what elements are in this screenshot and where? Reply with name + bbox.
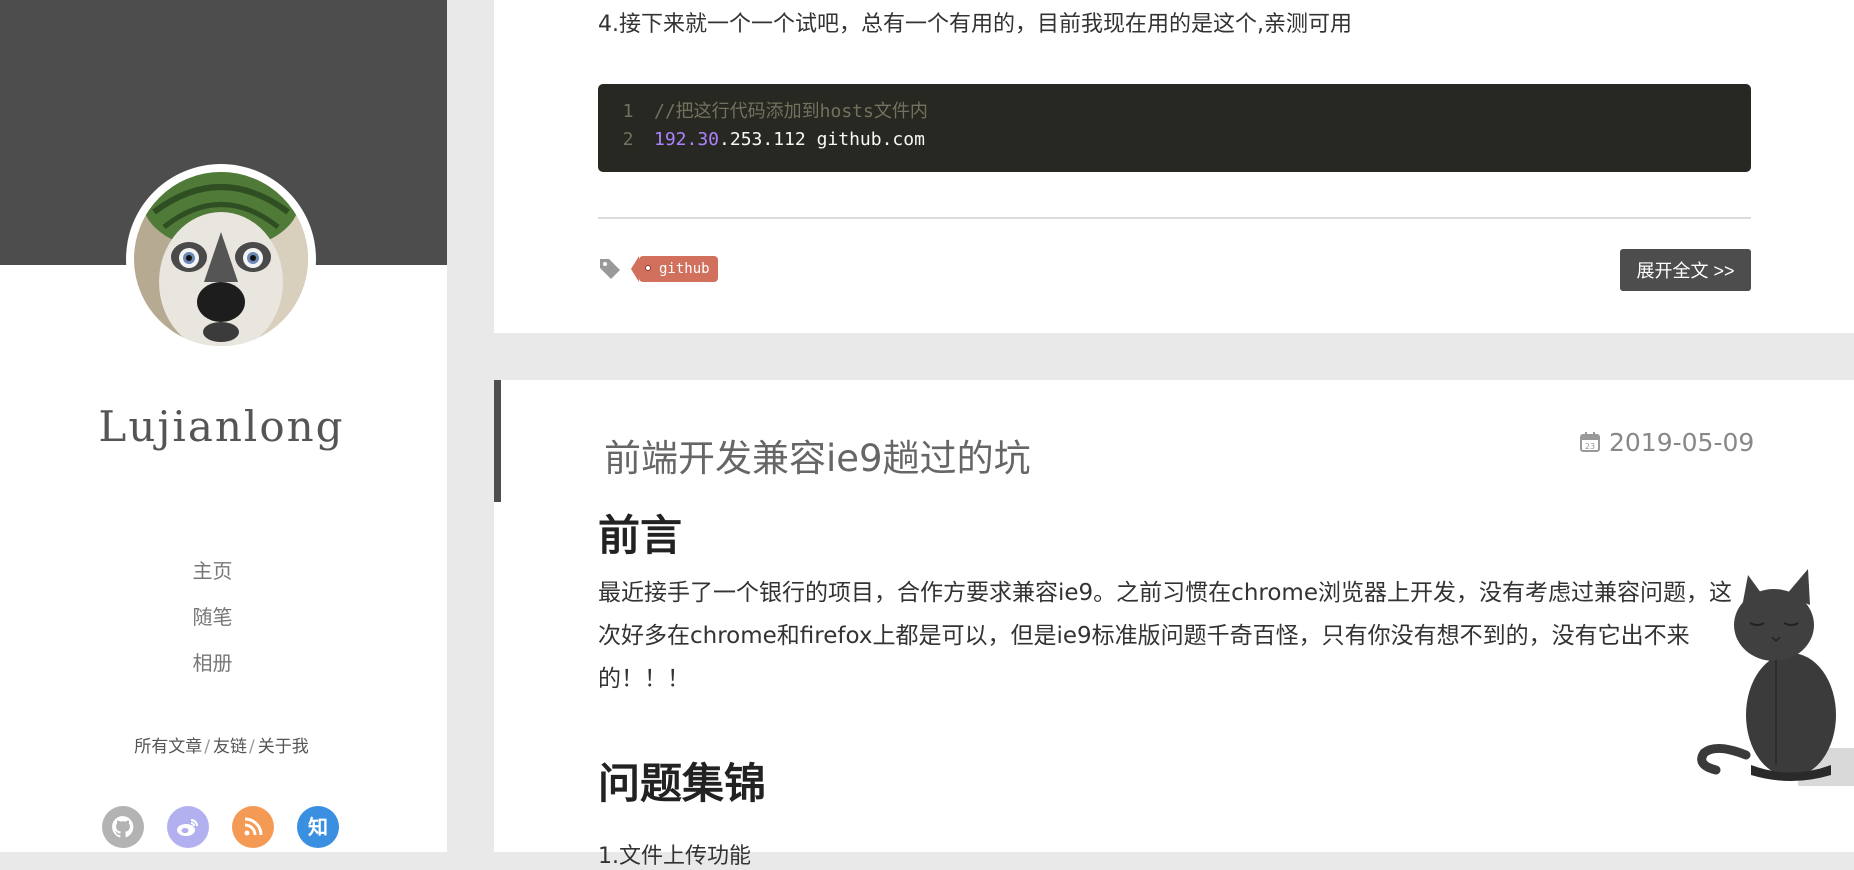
code-comment: //把这行代码添加到hosts文件内 [654,101,928,122]
post-date-text: 2019-05-09 [1609,428,1755,457]
rss-icon[interactable] [232,806,274,848]
code-text: .253.112 github.com [719,129,925,150]
site-name[interactable]: Lujianlong [0,402,443,451]
social-links: 知 [102,806,362,848]
link-about-me[interactable]: 关于我 [258,737,309,757]
post-card: 前端开发兼容ie9趟过的坑 23 2019-05-09 前言 最近接手了一个银行的… [494,380,1854,869]
line-number: 2 [622,129,634,150]
post-body-text: 最近接手了一个银行的项目，合作方要求兼容ie9。之前习惯在chrome浏览器上开… [598,580,1732,692]
nav-item-essays[interactable]: 随笔 [0,602,425,648]
avatar[interactable] [126,164,316,354]
previous-post-card: 4.接下来就一个一个试吧，总有一个有用的，目前我现在用的是这个,亲测可用 1 /… [494,0,1854,333]
tag-hole-icon [645,265,651,271]
code-block: 1 //把这行代码添加到hosts文件内 2 192.30.253.112 gi… [598,84,1751,172]
github-icon[interactable] [102,806,144,848]
svg-text:23: 23 [1585,442,1595,451]
read-more-button[interactable]: 展开全文 >> [1620,249,1751,291]
cat-mascot[interactable] [1696,565,1854,787]
weibo-icon[interactable] [167,806,209,848]
nav-item-album[interactable]: 相册 [0,648,425,694]
post-title[interactable]: 前端开发兼容ie9趟过的坑 [604,428,1031,482]
post-date: 23 2019-05-09 [1579,428,1754,457]
calendar-icon: 23 [1580,432,1600,452]
avatar-image [134,172,308,346]
sidebar-sub-links: 所有文章 / 友链 / 关于我 [0,732,443,757]
list-item-text: 1.文件上传功能 [598,844,751,869]
code-line: 1 //把这行代码添加到hosts文件内 [598,98,1751,126]
step-text: 4.接下来就一个一个试吧，总有一个有用的，目前我现在用的是这个,亲测可用 [598,12,1352,37]
divider [598,217,1751,219]
link-all-posts[interactable]: 所有文章 [134,737,202,757]
zhihu-icon[interactable]: 知 [297,806,339,848]
link-separator: / [204,737,210,757]
tag-icon [598,256,622,284]
section-heading-preface: 前言 [598,511,683,560]
tag-label: github [659,261,710,277]
code-line: 2 192.30.253.112 github.com [598,126,1751,154]
link-friends[interactable]: 友链 [213,737,247,757]
sidebar: Lujianlong 主页 随笔 相册 所有文章 / 友链 / 关于我 知 [0,0,447,852]
sidebar-nav: 主页 随笔 相册 [0,556,425,694]
post-accent-bar [494,380,501,502]
tag-github[interactable]: github [631,256,718,282]
line-number: 1 [622,101,634,122]
code-number: 192.30 [654,129,720,150]
link-separator: / [249,737,255,757]
section-heading-issues: 问题集锦 [598,759,767,808]
nav-item-home[interactable]: 主页 [0,556,425,602]
